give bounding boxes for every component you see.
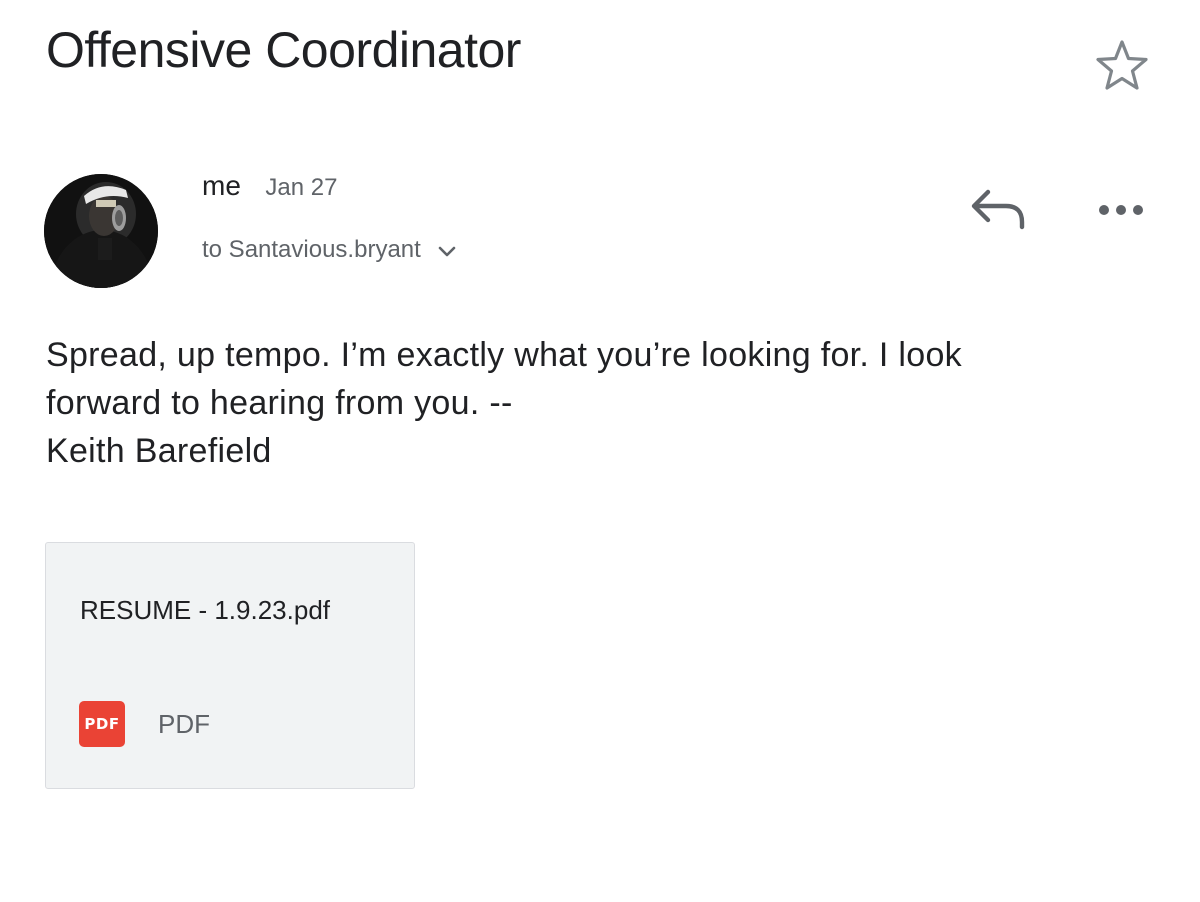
pdf-file-icon: PDF — [79, 701, 125, 747]
recipient-details-toggle[interactable]: to Santavious.bryant — [202, 236, 457, 265]
body-line: forward to hearing from you. -- — [46, 384, 513, 422]
attachment-filename: RESUME - 1.9.23.pdf — [80, 595, 330, 625]
sender-name: me — [202, 170, 241, 201]
attachment-card[interactable]: RESUME - 1.9.23.pdf PDF PDF — [45, 542, 415, 789]
signature-line: Keith Barefield — [46, 432, 272, 470]
reply-button[interactable] — [966, 180, 1032, 240]
more-options-button[interactable] — [1094, 188, 1150, 232]
message-body: Spread, up tempo. I’m exactly what you’r… — [46, 331, 1156, 475]
recipient-label: to Santavious.bryant — [202, 236, 421, 263]
sender-line: me Jan 27 — [202, 170, 337, 202]
message-date: Jan 27 — [265, 174, 338, 201]
star-icon[interactable] — [1092, 38, 1152, 94]
chevron-down-icon[interactable] — [437, 237, 457, 265]
body-line: Spread, up tempo. I’m exactly what you’r… — [46, 336, 962, 374]
reply-icon — [971, 189, 1025, 230]
attachment-type: PDF — [158, 709, 210, 739]
avatar[interactable] — [44, 174, 158, 288]
email-subject: Offensive Coordinator — [46, 22, 521, 78]
more-horizontal-icon — [1099, 205, 1143, 215]
